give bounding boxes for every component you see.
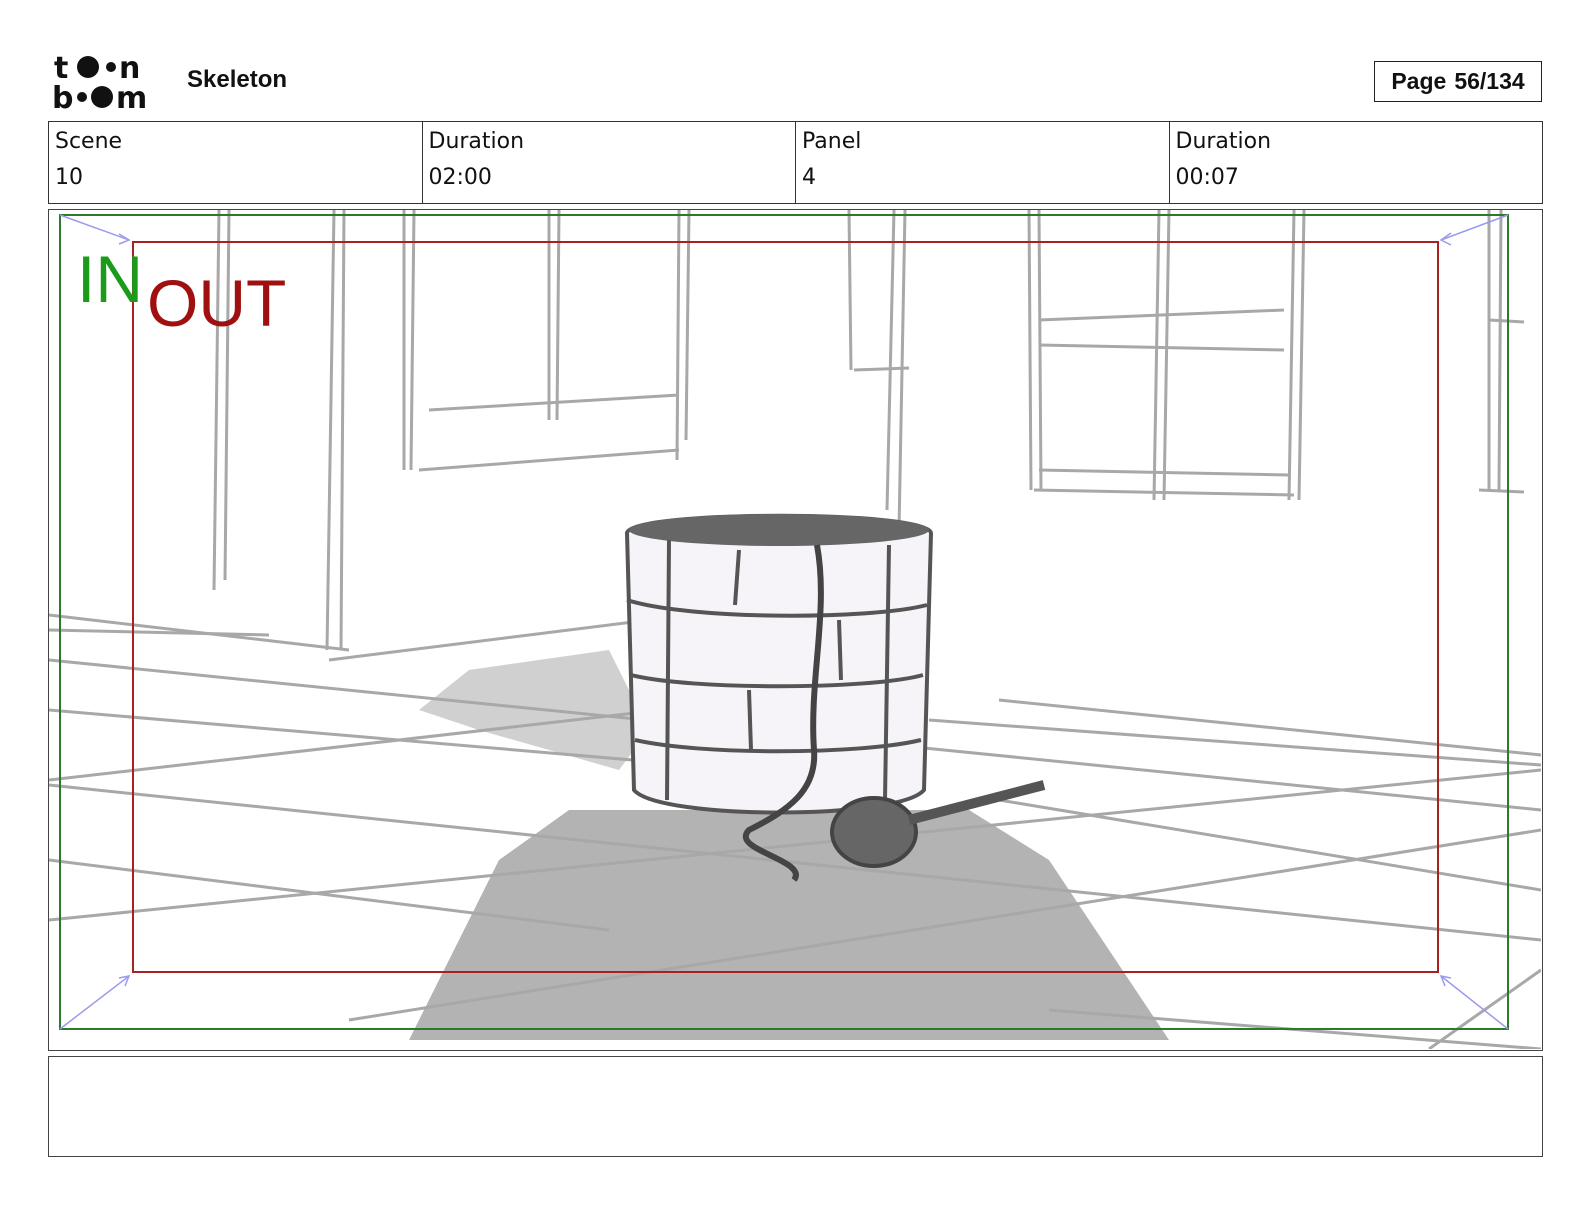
panel-label: Panel: [802, 129, 862, 154]
project-title: Skeleton: [187, 66, 288, 93]
panel-notes-area: [48, 1056, 1543, 1157]
scene-label: Scene: [55, 129, 123, 154]
panel-sketch: IN OUT: [49, 210, 1541, 1049]
panel-cell: Panel 4: [796, 122, 1170, 203]
in-label: IN: [77, 242, 143, 316]
panel-duration-label: Duration: [1175, 129, 1272, 154]
scene-cell: Scene 10: [49, 122, 423, 203]
page-number: 56/134: [1454, 68, 1525, 94]
svg-text:b: b: [52, 81, 73, 112]
out-label: OUT: [147, 266, 286, 340]
panel-info-table: Scene 10 Duration 02:00 Panel 4 Duration…: [48, 121, 1543, 204]
scene-value: 10: [55, 165, 83, 190]
scene-duration-label: Duration: [428, 129, 525, 154]
scene-duration-cell: Duration 02:00: [423, 122, 796, 203]
scene-duration-value: 02:00: [428, 165, 492, 190]
panel-duration-value: 00:07: [1175, 165, 1239, 190]
page-label: Page: [1391, 68, 1447, 94]
panel-duration-cell: Duration 00:07: [1170, 122, 1543, 203]
toon-boom-logo: t n b m: [52, 50, 164, 116]
page-indicator: Page 56/134: [1374, 61, 1542, 102]
panel-value: 4: [802, 165, 816, 190]
svg-text:m: m: [116, 81, 147, 112]
storyboard-panel-image: IN OUT: [48, 209, 1543, 1051]
